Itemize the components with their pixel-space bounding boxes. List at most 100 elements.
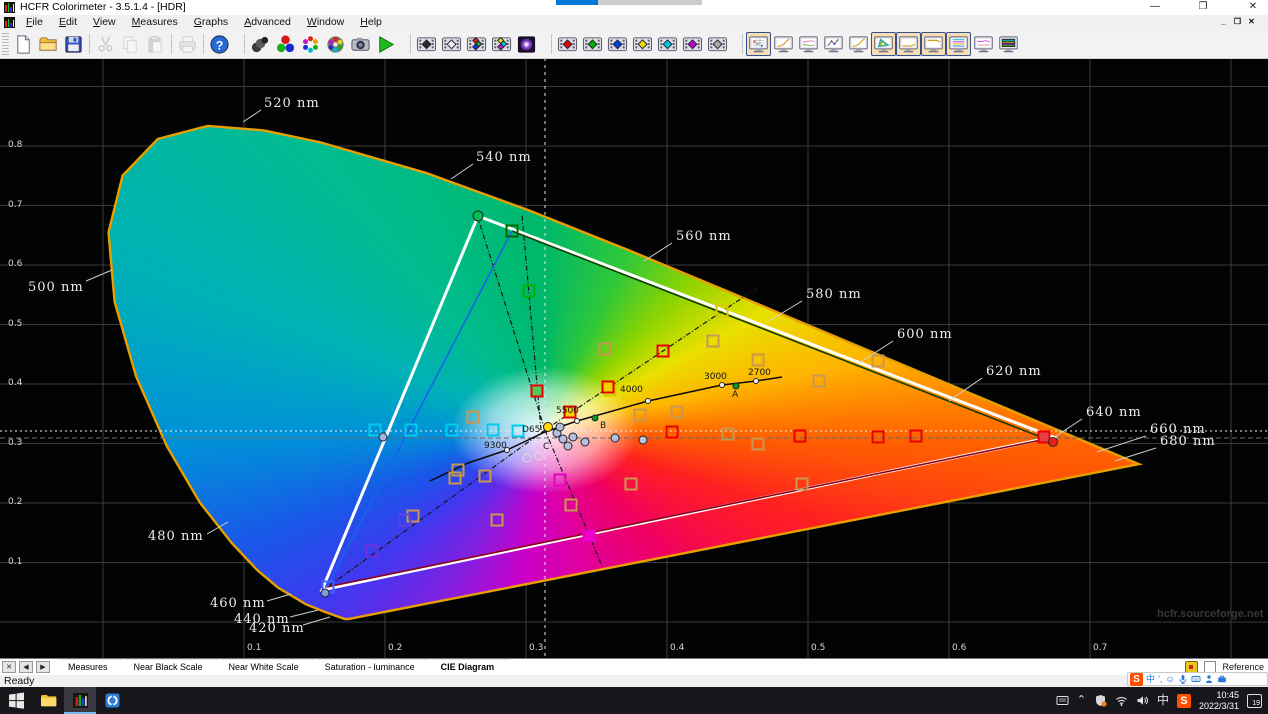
measure-green-button[interactable] <box>580 32 605 56</box>
print-button[interactable] <box>175 32 200 56</box>
measure-yellow-button[interactable] <box>630 32 655 56</box>
ime-mode-icon[interactable]: 中 <box>1146 673 1155 685</box>
run-measures-button[interactable] <box>373 32 398 56</box>
x-axis-tick: 0.6 <box>952 643 967 653</box>
ime-mode-tray-icon[interactable]: 中 <box>1157 687 1169 714</box>
cut-icon <box>98 36 113 52</box>
file-explorer-button[interactable] <box>32 687 64 714</box>
save-button[interactable] <box>61 32 86 56</box>
view-free-measures-button[interactable] <box>996 32 1021 56</box>
ime-punctuation-icon[interactable]: ’, <box>1158 673 1163 685</box>
menu-graphs[interactable]: Graphs <box>186 15 236 30</box>
office-app-button[interactable] <box>96 687 128 714</box>
measure-free-icon <box>707 36 728 51</box>
help-button[interactable]: ? <box>207 32 232 56</box>
mdi-close-button[interactable]: ✕ <box>1245 16 1258 28</box>
view-luminance-button[interactable] <box>846 32 871 56</box>
measure-circle-marker <box>610 433 620 443</box>
tab-close-button[interactable]: ✕ <box>2 661 16 673</box>
menu-help[interactable]: Help <box>352 15 390 30</box>
view-histogram-button[interactable] <box>821 32 846 56</box>
view-measures-grid-button[interactable] <box>746 32 771 56</box>
tab-scroll-left-button[interactable]: ◀ <box>19 661 33 673</box>
restore-button[interactable]: ❐ <box>1192 0 1214 14</box>
wavelength-label: 520 nm <box>264 96 320 111</box>
capture-button[interactable] <box>348 32 373 56</box>
tab-near-white-scale[interactable]: Near White Scale <box>213 660 315 675</box>
measure-free-button[interactable] <box>705 32 730 56</box>
sogou-logo-icon[interactable]: S <box>1130 672 1143 686</box>
menu-file[interactable]: File <box>18 15 51 30</box>
minimize-button[interactable]: — <box>1144 0 1166 14</box>
ime-mic-icon[interactable] <box>1178 674 1188 684</box>
measure-grayscale-button[interactable] <box>414 32 439 56</box>
measure-circle-marker <box>574 418 580 424</box>
app-icon <box>4 2 15 13</box>
taskbar-clock[interactable]: 10:45 2022/3/31 <box>1199 690 1239 712</box>
menu-edit[interactable]: Edit <box>51 15 85 30</box>
measure-primaries-button[interactable] <box>464 32 489 56</box>
wavelength-leader-line <box>643 242 673 262</box>
document-icon[interactable] <box>4 17 15 28</box>
measure-contrast-button[interactable] <box>514 32 539 56</box>
menu-measures[interactable]: Measures <box>124 15 186 30</box>
tab-cie-diagram[interactable]: CIE Diagram <box>425 660 511 675</box>
volume-icon[interactable] <box>1136 694 1149 707</box>
measure-magenta-button[interactable] <box>680 32 705 56</box>
view-cie-diagram-button[interactable] <box>871 32 896 56</box>
measure-contrast-icon <box>517 35 536 53</box>
measure-blue-button[interactable] <box>605 32 630 56</box>
open-file-button[interactable] <box>36 32 61 56</box>
color-wheel-button[interactable] <box>298 32 323 56</box>
menu-advanced[interactable]: Advanced <box>236 15 299 30</box>
ime-keyboard-icon[interactable] <box>1191 674 1201 684</box>
notification-center-icon[interactable]: 19 <box>1247 693 1262 708</box>
ime-emoji-icon[interactable]: ☺ <box>1166 673 1175 685</box>
cut-button[interactable] <box>93 32 118 56</box>
start-button[interactable] <box>0 687 32 714</box>
close-button[interactable]: ✕ <box>1242 0 1264 14</box>
paste-icon <box>148 35 162 53</box>
rgb-levels-button[interactable] <box>273 32 298 56</box>
mdi-restore-button[interactable]: ❐ <box>1231 16 1244 28</box>
new-file-button[interactable] <box>11 32 36 56</box>
sogou-tray-icon[interactable]: S <box>1176 693 1191 708</box>
copy-button[interactable] <box>118 32 143 56</box>
view-near-white-button[interactable] <box>921 32 946 56</box>
menu-bar: File Edit View Measures Graphs Advanced Window… <box>0 15 1268 31</box>
view-color-temp-button[interactable] <box>971 32 996 56</box>
measure-secondaries-button[interactable] <box>489 32 514 56</box>
color-wheel-alt-button[interactable] <box>323 32 348 56</box>
measure-cyan-button[interactable] <box>655 32 680 56</box>
measure-near-white-button[interactable] <box>439 32 464 56</box>
view-rgb-levels-button[interactable] <box>796 32 821 56</box>
wifi-icon[interactable] <box>1115 694 1128 707</box>
tab-scroll-right-button[interactable]: ▶ <box>36 661 50 673</box>
tray-expand-icon[interactable]: ⌃ <box>1077 687 1086 714</box>
measure-green-icon <box>582 36 603 51</box>
view-gamma-button[interactable] <box>771 32 796 56</box>
view-near-black-button[interactable] <box>896 32 921 56</box>
measure-square-marker <box>665 425 679 439</box>
tab-near-black-scale[interactable]: Near Black Scale <box>118 660 219 675</box>
sensor-config-button[interactable] <box>248 32 273 56</box>
menu-view[interactable]: View <box>85 15 124 30</box>
view-gamma-icon <box>774 35 793 52</box>
mdi-minimize-button[interactable]: _ <box>1217 16 1230 28</box>
ime-toolbox-icon[interactable] <box>1217 674 1227 684</box>
view-saturation-button[interactable] <box>946 32 971 56</box>
tab-saturation-luminance[interactable]: Saturation - luminance <box>309 660 431 675</box>
measure-square-marker <box>871 430 885 444</box>
security-tray-icon[interactable] <box>1094 694 1107 707</box>
measure-square-marker <box>406 509 420 523</box>
paste-button[interactable] <box>143 32 168 56</box>
hcfr-app-button[interactable] <box>64 687 96 714</box>
tab-measures[interactable]: Measures <box>52 660 124 675</box>
menu-window[interactable]: Window <box>299 15 352 30</box>
measure-red-button[interactable] <box>555 32 580 56</box>
taskview-tray-icon[interactable] <box>1056 694 1069 707</box>
view-saturation-icon <box>949 35 968 52</box>
measure-square-marker <box>670 405 684 419</box>
ime-person-icon[interactable] <box>1204 674 1214 684</box>
toolbar-grip <box>2 33 9 55</box>
